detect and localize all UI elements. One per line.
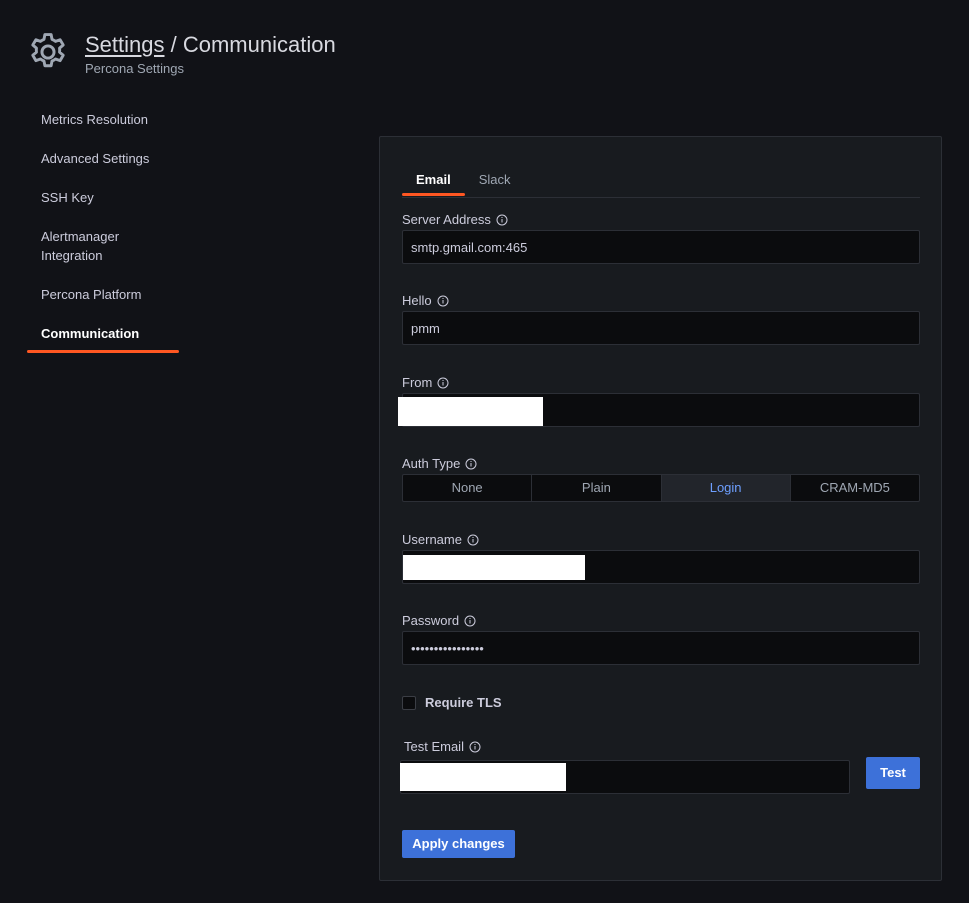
hello-input[interactable] (402, 311, 920, 345)
auth-type-option-none[interactable]: None (403, 475, 533, 501)
hello-label: Hello (402, 293, 449, 308)
apply-changes-button[interactable]: Apply changes (402, 830, 515, 858)
tab-email[interactable]: Email (402, 165, 465, 197)
auth-type-option-plain[interactable]: Plain (532, 475, 662, 501)
info-icon[interactable] (437, 295, 449, 307)
redacted-value (403, 555, 585, 580)
sidebar-item-communication[interactable]: Communication (27, 314, 179, 350)
server-address-label: Server Address (402, 212, 508, 227)
info-icon[interactable] (496, 214, 508, 226)
info-icon[interactable] (464, 615, 476, 627)
auth-type-option-cram-md5[interactable]: CRAM-MD5 (791, 475, 919, 501)
info-icon[interactable] (467, 534, 479, 546)
breadcrumb-settings-link[interactable]: Settings (85, 32, 165, 57)
require-tls-checkbox[interactable] (402, 696, 416, 710)
settings-sidebar: Metrics Resolution Advanced Settings SSH… (27, 100, 179, 353)
breadcrumb-separator: / (164, 32, 183, 57)
active-nav-indicator (27, 350, 179, 353)
sidebar-item-metrics-resolution[interactable]: Metrics Resolution (27, 100, 179, 139)
server-address-input[interactable] (402, 230, 920, 264)
redacted-value (400, 763, 566, 791)
breadcrumb-current: Communication (182, 32, 336, 57)
communication-panel: Email Slack Server Address Hello From Au… (379, 136, 942, 881)
sidebar-item-advanced-settings[interactable]: Advanced Settings (27, 139, 179, 178)
info-icon[interactable] (437, 377, 449, 389)
page-title: Settings / Communication (85, 32, 336, 58)
password-label-text: Password (402, 613, 460, 628)
tab-bar: Email Slack (402, 165, 920, 198)
from-label: From (402, 375, 449, 390)
auth-type-option-login[interactable]: Login (661, 475, 791, 501)
page-header: Settings / Communication Percona Setting… (26, 30, 336, 76)
sidebar-item-percona-platform[interactable]: Percona Platform (27, 275, 179, 314)
info-icon[interactable] (465, 458, 477, 470)
gear-icon (31, 33, 65, 68)
username-label-text: Username (402, 532, 462, 547)
sidebar-item-alertmanager-integration[interactable]: Alertmanager Integration (27, 217, 147, 275)
auth-type-label: Auth Type (402, 456, 477, 471)
page-subtitle: Percona Settings (85, 61, 185, 76)
require-tls-label[interactable]: Require TLS (425, 695, 502, 710)
auth-type-radio-group: None Plain Login CRAM-MD5 (402, 474, 920, 502)
tab-slack[interactable]: Slack (465, 165, 525, 197)
sidebar-item-ssh-key[interactable]: SSH Key (27, 178, 179, 217)
from-label-text: From (402, 375, 433, 390)
redacted-value (398, 397, 543, 426)
server-address-label-text: Server Address (402, 212, 491, 227)
username-label: Username (402, 532, 479, 547)
test-email-label-text: Test Email (404, 739, 464, 754)
info-icon[interactable] (469, 741, 481, 753)
password-label: Password (402, 613, 476, 628)
password-input[interactable] (402, 631, 920, 665)
hello-label-text: Hello (402, 293, 432, 308)
test-email-label: Test Email (404, 739, 481, 754)
auth-type-label-text: Auth Type (402, 456, 461, 471)
title-block: Settings / Communication Percona Setting… (85, 32, 336, 76)
test-button[interactable]: Test (866, 757, 920, 789)
